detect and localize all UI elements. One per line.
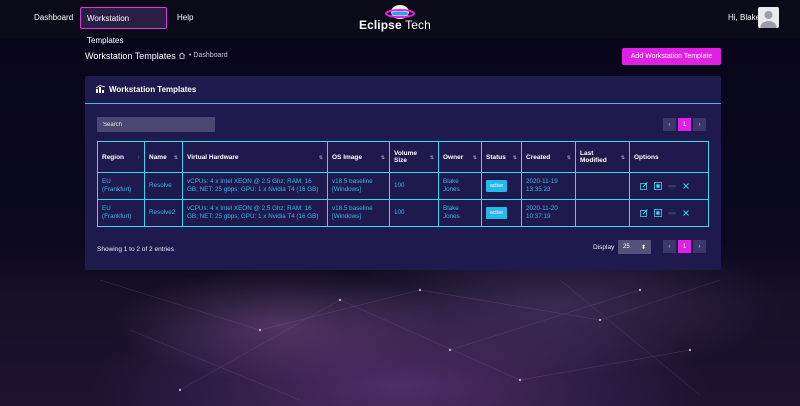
cell-owner: Blake Jones	[438, 172, 482, 200]
sort-icon[interactable]: ⇅	[513, 155, 517, 161]
column-header-status[interactable]: Status ⇅	[481, 141, 522, 173]
column-label: Created	[526, 153, 551, 161]
column-header-os-image[interactable]: OS Image ⇅	[327, 141, 390, 173]
cell-status: active	[481, 172, 522, 200]
pagination-next-button[interactable]: ›	[693, 118, 706, 131]
templates-table: Region ↑ Name ⇅ Virtual Hardware ⇅ OS Image…	[97, 141, 709, 227]
home-icon[interactable]	[178, 52, 186, 59]
column-label: Virtual Hardware	[187, 153, 239, 161]
toggle-icon[interactable]	[668, 182, 676, 190]
page-title: Workstation Templates	[85, 51, 176, 61]
pagination-prev-button[interactable]: ‹	[663, 240, 676, 253]
cell-hardware: vCPUs: 4 x Intel XEON @ 2.5 Ghz; RAM: 16…	[182, 199, 328, 227]
cell-name[interactable]: Resolve2	[144, 199, 183, 227]
user-avatar-icon	[760, 11, 777, 28]
nav-link-dashboard[interactable]: Dashboard	[28, 7, 79, 29]
column-header-name[interactable]: Name ⇅	[144, 141, 183, 173]
bottom-pagination: ‹ 1 ›	[663, 240, 706, 253]
breadcrumb-dashboard[interactable]: • Dashboard	[189, 52, 228, 59]
pagination-page-1[interactable]: 1	[678, 118, 691, 131]
avatar[interactable]	[758, 7, 779, 28]
greeting-text: Hi,	[728, 13, 738, 22]
clone-icon[interactable]	[654, 182, 662, 190]
display-label: Display	[593, 244, 615, 251]
column-header-created[interactable]: Created ⇅	[521, 141, 576, 173]
column-header-options: Options	[629, 141, 709, 173]
brand-main: Eclipse	[359, 18, 402, 32]
sort-icon[interactable]: ⇅	[621, 155, 625, 161]
column-label: OS Image	[332, 153, 362, 161]
close-icon[interactable]	[682, 209, 690, 217]
cell-created: 2020-11-20 10:37:19	[521, 199, 576, 227]
brand-thin: Tech	[405, 18, 431, 32]
column-header-region[interactable]: Region ↑	[97, 141, 145, 173]
sort-icon[interactable]: ↑	[138, 155, 141, 161]
cell-volume: 100	[389, 199, 439, 227]
pagination-next-button[interactable]: ›	[693, 240, 706, 253]
entries-info: Showing 1 to 2 of 2 entries	[97, 246, 174, 253]
cell-os-image: v18.5 baseline [Windows]	[327, 172, 390, 200]
column-label: Options	[634, 153, 659, 161]
cell-name[interactable]: Resolve	[144, 172, 183, 200]
clone-icon[interactable]	[654, 209, 662, 217]
cell-owner: Blake Jones	[438, 199, 482, 227]
pagination-page-1[interactable]: 1	[678, 240, 691, 253]
table-header-row: Region ↑ Name ⇅ Virtual Hardware ⇅ OS Image…	[97, 141, 709, 173]
cell-last-modified	[575, 172, 630, 200]
column-label: Name	[149, 153, 167, 161]
cell-options	[629, 172, 709, 200]
column-label: Volume Size	[394, 150, 417, 164]
chart-icon	[96, 85, 106, 93]
cell-status: active	[481, 199, 522, 227]
top-navbar: Dashboard Workstation Templates Help Ecl…	[0, 0, 800, 45]
brand-name: Eclipse Tech	[359, 18, 431, 32]
sort-icon[interactable]: ⇅	[430, 155, 434, 161]
column-label: Owner	[443, 153, 464, 161]
search-input[interactable]	[97, 117, 215, 132]
display-count-value: 25	[623, 244, 630, 250]
table-row: EU (Frankfurt) Resolve2 vCPUs: 4 x Intel…	[97, 199, 709, 227]
cell-region: EU (Frankfurt)	[97, 172, 145, 200]
status-badge: active	[486, 206, 508, 220]
toggle-icon[interactable]	[668, 209, 676, 217]
select-caret-icon: ⬍	[640, 244, 646, 251]
add-workstation-template-button[interactable]: Add Workstation Template	[622, 48, 721, 65]
edit-icon[interactable]	[640, 209, 648, 217]
column-header-volume-size[interactable]: Volume Size ⇅	[389, 141, 439, 173]
cell-hardware: vCPUs: 4 x Intel XEON @ 2.5 Ghz; RAM: 16…	[182, 172, 328, 200]
close-icon[interactable]	[682, 182, 690, 190]
card-title: Workstation Templates	[109, 85, 197, 94]
top-pagination: ‹ 1 ›	[663, 118, 706, 131]
column-label: Last Modified	[580, 150, 607, 164]
pagination-prev-button[interactable]: ‹	[663, 118, 676, 131]
edit-icon[interactable]	[640, 182, 648, 190]
table-row: EU (Frankfurt) Resolve vCPUs: 4 x Intel …	[97, 172, 709, 200]
sort-icon[interactable]: ⇅	[567, 155, 571, 161]
user-greeting: Hi, Blake	[728, 13, 760, 22]
card-header: Workstation Templates	[85, 76, 721, 104]
sort-icon[interactable]: ⇅	[174, 155, 178, 161]
column-label: Status	[486, 153, 506, 161]
cell-created: 2020-11-19 13:35:23	[521, 172, 576, 200]
status-badge: active	[486, 179, 508, 193]
column-header-last-modified[interactable]: Last Modified ⇅	[575, 141, 630, 173]
column-label: Region	[102, 153, 125, 161]
templates-card: Workstation Templates ‹ 1 › Region ↑ Name…	[85, 76, 721, 270]
column-header-owner[interactable]: Owner ⇅	[438, 141, 482, 173]
breadcrumb: • Dashboard	[178, 52, 228, 59]
display-count-select[interactable]: 25 ⬍	[618, 240, 651, 254]
cell-options	[629, 199, 709, 227]
cell-volume: 100	[389, 172, 439, 200]
cell-os-image: v18.5 baseline [Windows]	[327, 199, 390, 227]
cell-region: EU (Frankfurt)	[97, 199, 145, 227]
cell-last-modified	[575, 199, 630, 227]
sort-icon[interactable]: ⇅	[319, 155, 323, 161]
nav-link-help[interactable]: Help	[171, 7, 199, 29]
nav-link-workstation-templates[interactable]: Workstation Templates	[80, 7, 167, 45]
sort-icon[interactable]: ⇅	[473, 155, 477, 161]
column-header-virtual-hardware[interactable]: Virtual Hardware ⇅	[182, 141, 328, 173]
sort-icon[interactable]: ⇅	[381, 155, 385, 161]
